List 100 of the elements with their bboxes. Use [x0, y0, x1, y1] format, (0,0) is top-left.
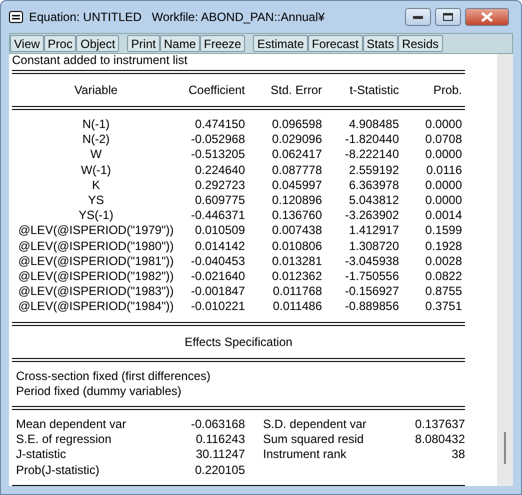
toolbar-button[interactable]: Resids [398, 35, 443, 52]
table-cell-text: 0.0822 [424, 269, 462, 284]
table-cell-text: -0.010221 [190, 299, 245, 315]
table-cell-text: @LEV(@ISPERIOD("1983")) [17, 284, 175, 300]
table-cell-text: 6.363978 [348, 178, 399, 194]
table-cell-text: 0.0708 [424, 132, 462, 148]
table-cell-text: 0.224640 [194, 162, 245, 178]
table-cell-text: 0.1928 [424, 238, 462, 254]
table-cell-text: -0.001847 [190, 284, 245, 300]
table-cell-text: @LEV(@ISPERIOD("1982")) [17, 269, 175, 284]
table-cell-text: 0.136760 [270, 208, 322, 224]
table-cell-text: @LEV(@ISPERIOD("1981")) [17, 254, 175, 270]
stat-value: 30.11247 [194, 447, 245, 463]
table-cell-text: W(-1) [80, 162, 112, 178]
minimize-button[interactable] [405, 8, 431, 26]
table-cell-text: YS [86, 193, 105, 208]
table-cell-text: 0.474150 [194, 117, 245, 132]
table-cell-text: -0.446371 [190, 208, 245, 224]
table-cell-text: -0.156927 [344, 284, 399, 300]
maximize-icon [443, 13, 453, 21]
table-cell-text: @LEV(@ISPERIOD("1984")) [17, 299, 175, 315]
stat-value: 8.080432 [414, 432, 465, 448]
table-cell-text: K [90, 178, 101, 194]
table-cell-text: 0.012362 [270, 269, 322, 284]
table-cell-text: 0.0000 [424, 147, 462, 163]
table-cell-text: 0.0000 [424, 178, 462, 194]
table-cell-text: -3.045938 [344, 254, 399, 270]
column-header: t-Statistic [348, 82, 399, 99]
stat-value: 38 [450, 447, 465, 463]
table-cell-text: 1.308720 [348, 238, 399, 254]
scrollbar-thumb[interactable] [504, 432, 506, 464]
table-cell-text: 0.029096 [270, 132, 322, 148]
minimize-icon [413, 15, 423, 19]
table-cell-text: @LEV(@ISPERIOD("1979")) [17, 223, 175, 239]
table-cell-text: 1.412917 [348, 223, 399, 239]
stat-label: Prob(J-statistic) [15, 462, 100, 478]
toolbar-button[interactable]: Object [76, 35, 120, 52]
toolbar-button[interactable]: Stats [362, 35, 398, 52]
stat-value: -0.063168 [190, 417, 245, 432]
table-cell-text: 0.609775 [194, 193, 245, 208]
stat-label: S.E. of regression [15, 432, 112, 448]
table-cell-text: 0.007438 [270, 223, 322, 239]
maximize-button[interactable] [435, 8, 461, 26]
column-header: Prob. [432, 82, 462, 99]
column-header: Std. Error [270, 82, 322, 99]
table-cell-text: 0.011768 [272, 284, 322, 300]
table-cell-text: W [89, 147, 103, 163]
table-cell-text: 0.062417 [270, 147, 322, 163]
table-cell-text: 0.292723 [194, 178, 245, 194]
section-heading: Effects Specification [184, 334, 294, 351]
stat-value: 0.116243 [194, 432, 245, 448]
table-cell-text: 0.0116 [425, 162, 462, 178]
toolbar-button[interactable]: Proc [44, 35, 76, 52]
table-cell-text: 0.011486 [272, 299, 322, 315]
window-title: Equation: UNTITLED Workfile: ABOND_PAN::Annual¥ [29, 9, 326, 26]
stat-label: S.D. dependent var [262, 417, 368, 432]
toolbar-button[interactable]: View [10, 35, 44, 52]
table-cell-text: 0.087778 [270, 162, 322, 178]
table-cell-text: -0.040453 [190, 254, 245, 270]
table-cell-text: 0.0028 [424, 254, 462, 270]
stat-value: 0.137637 [414, 417, 465, 432]
window-menu-icon[interactable] [9, 11, 23, 23]
table-cell-text: -1.820440 [344, 132, 399, 148]
table-cell-text: -0.513205 [190, 147, 245, 163]
table-cell-text: -8.222140 [344, 147, 399, 163]
toolbar-button[interactable]: Print [127, 35, 160, 52]
table-cell-text: 0.045997 [270, 178, 322, 194]
table-cell-text: -0.052968 [190, 132, 245, 148]
close-icon [481, 12, 493, 22]
table-cell-text: 5.043812 [348, 193, 399, 208]
column-header: Coefficient [188, 82, 245, 99]
table-cell-text: 0.0000 [424, 193, 462, 208]
table-cell-text: 0.014142 [194, 238, 245, 254]
toolbar-button[interactable]: Freeze [200, 35, 246, 52]
toolbar-button[interactable]: Estimate [253, 35, 308, 52]
stat-label: Sum squared resid [262, 432, 365, 448]
scrollbar[interactable] [497, 54, 513, 486]
stat-label: Mean dependent var [15, 417, 128, 432]
table-cell-text: 0.0000 [424, 117, 462, 132]
close-button[interactable] [465, 8, 509, 26]
table-cell-text: 0.013281 [270, 254, 322, 270]
table-cell-text: -0.889856 [344, 299, 399, 315]
table-cell-text: N(-1) [81, 117, 111, 132]
table-cell-text: 2.559192 [348, 162, 399, 178]
table-cell-text: 0.8755 [424, 284, 462, 300]
table-cell-text: YS(-1) [78, 208, 114, 224]
column-header: Variable [73, 82, 119, 99]
table-cell-text: 0.1599 [424, 223, 462, 239]
stat-value: 0.220105 [194, 462, 245, 478]
table-cell-text: N(-2) [81, 132, 111, 148]
table-cell-text: 0.3751 [424, 299, 462, 315]
table-cell-text: 0.0014 [424, 208, 462, 224]
table-cell-text: -3.263902 [344, 208, 399, 224]
table-cell-text: -1.750556 [344, 269, 399, 284]
toolbar-button[interactable]: Forecast [308, 35, 363, 52]
table-cell-text: 4.908485 [348, 117, 399, 132]
stat-label: Instrument rank [262, 447, 348, 463]
table-cell-text: 0.096598 [270, 117, 322, 132]
effects-line: Cross-section fixed (first differences) [15, 368, 212, 384]
toolbar-button[interactable]: Name [160, 35, 200, 52]
